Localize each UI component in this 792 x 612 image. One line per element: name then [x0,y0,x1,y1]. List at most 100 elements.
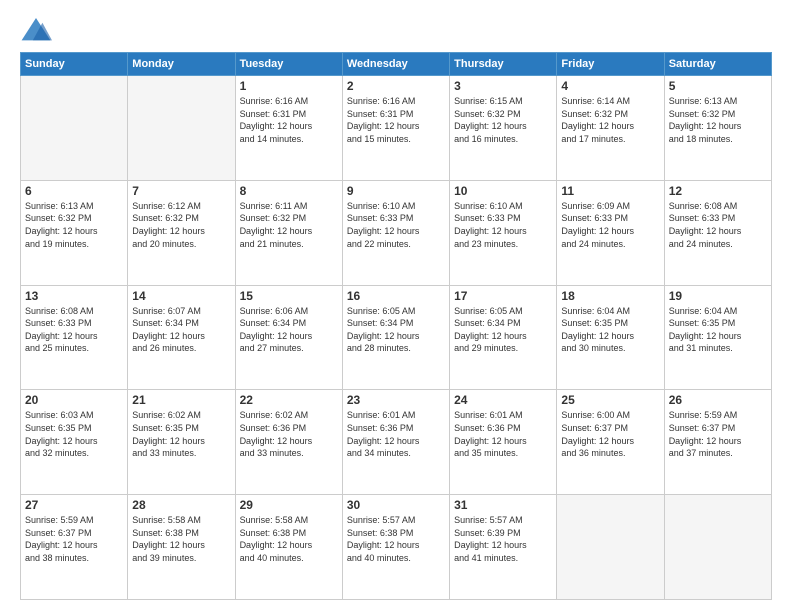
calendar-cell [21,76,128,181]
day-number: 25 [561,393,659,407]
day-number: 5 [669,79,767,93]
day-number: 18 [561,289,659,303]
day-number: 24 [454,393,552,407]
day-info: Sunrise: 6:16 AMSunset: 6:31 PMDaylight:… [347,95,445,145]
calendar-week-1: 1Sunrise: 6:16 AMSunset: 6:31 PMDaylight… [21,76,772,181]
day-info: Sunrise: 6:08 AMSunset: 6:33 PMDaylight:… [669,200,767,250]
calendar-week-5: 27 Sunrise: 5:59 AMSunset: 6:37 PMDayligh… [21,495,772,600]
day-number: 7 [132,184,230,198]
calendar-cell: 19 Sunrise: 6:04 AMSunset: 6:35 PMDayligh… [664,285,771,390]
calendar-cell: 13 Sunrise: 6:08 AMSunset: 6:33 PMDayligh… [21,285,128,390]
day-info: Sunrise: 6:04 AMSunset: 6:35 PMDaylight:… [669,305,767,355]
day-info: Sunrise: 5:59 AMSunset: 6:37 PMDaylight:… [25,514,123,564]
day-info: Sunrise: 6:02 AMSunset: 6:35 PMDaylight:… [132,409,230,459]
day-number: 22 [240,393,338,407]
calendar-cell: 3 Sunrise: 6:15 AMSunset: 6:32 PMDaylight… [450,76,557,181]
day-number: 28 [132,498,230,512]
calendar-header-sunday: Sunday [21,53,128,76]
day-number: 3 [454,79,552,93]
day-number: 9 [347,184,445,198]
day-info: Sunrise: 6:09 AMSunset: 6:33 PMDaylight:… [561,200,659,250]
calendar-cell: 17 Sunrise: 6:05 AMSunset: 6:34 PMDayligh… [450,285,557,390]
day-info: Sunrise: 5:59 AMSunset: 6:37 PMDaylight:… [669,409,767,459]
day-number: 11 [561,184,659,198]
day-number: 26 [669,393,767,407]
calendar-cell: 29 Sunrise: 5:58 AMSunset: 6:38 PMDayligh… [235,495,342,600]
calendar-cell: 25 Sunrise: 6:00 AMSunset: 6:37 PMDayligh… [557,390,664,495]
calendar-cell: 30Sunrise: 5:57 AMSunset: 6:38 PMDayligh… [342,495,449,600]
day-number: 13 [25,289,123,303]
day-info: Sunrise: 6:05 AMSunset: 6:34 PMDaylight:… [347,305,445,355]
calendar-cell: 6Sunrise: 6:13 AMSunset: 6:32 PMDaylight… [21,180,128,285]
day-number: 16 [347,289,445,303]
calendar-cell: 26 Sunrise: 5:59 AMSunset: 6:37 PMDayligh… [664,390,771,495]
day-info: Sunrise: 6:02 AMSunset: 6:36 PMDaylight:… [240,409,338,459]
day-number: 12 [669,184,767,198]
day-number: 15 [240,289,338,303]
day-number: 23 [347,393,445,407]
day-info: Sunrise: 6:03 AMSunset: 6:35 PMDaylight:… [25,409,123,459]
day-info: Sunrise: 6:10 AMSunset: 6:33 PMDaylight:… [347,200,445,250]
day-info: Sunrise: 6:08 AMSunset: 6:33 PMDaylight:… [25,305,123,355]
calendar-cell: 10Sunrise: 6:10 AMSunset: 6:33 PMDayligh… [450,180,557,285]
day-info: Sunrise: 6:13 AMSunset: 6:32 PMDaylight:… [669,95,767,145]
calendar-cell: 21 Sunrise: 6:02 AMSunset: 6:35 PMDayligh… [128,390,235,495]
day-info: Sunrise: 6:11 AMSunset: 6:32 PMDaylight:… [240,200,338,250]
calendar-cell: 8Sunrise: 6:11 AMSunset: 6:32 PMDaylight… [235,180,342,285]
day-info: Sunrise: 6:16 AMSunset: 6:31 PMDaylight:… [240,95,338,145]
calendar-cell: 20 Sunrise: 6:03 AMSunset: 6:35 PMDayligh… [21,390,128,495]
calendar-cell: 12 Sunrise: 6:08 AMSunset: 6:33 PMDayligh… [664,180,771,285]
page: SundayMondayTuesdayWednesdayThursdayFrid… [0,0,792,612]
calendar-cell: 9 Sunrise: 6:10 AMSunset: 6:33 PMDaylight… [342,180,449,285]
day-number: 19 [669,289,767,303]
calendar-cell: 15Sunrise: 6:06 AMSunset: 6:34 PMDayligh… [235,285,342,390]
day-info: Sunrise: 6:00 AMSunset: 6:37 PMDaylight:… [561,409,659,459]
calendar-header-saturday: Saturday [664,53,771,76]
calendar-header-tuesday: Tuesday [235,53,342,76]
day-number: 29 [240,498,338,512]
day-info: Sunrise: 5:58 AMSunset: 6:38 PMDaylight:… [240,514,338,564]
day-info: Sunrise: 6:01 AMSunset: 6:36 PMDaylight:… [347,409,445,459]
day-number: 2 [347,79,445,93]
calendar-cell: 5 Sunrise: 6:13 AMSunset: 6:32 PMDaylight… [664,76,771,181]
day-info: Sunrise: 6:15 AMSunset: 6:32 PMDaylight:… [454,95,552,145]
day-info: Sunrise: 6:12 AMSunset: 6:32 PMDaylight:… [132,200,230,250]
calendar-week-4: 20 Sunrise: 6:03 AMSunset: 6:35 PMDayligh… [21,390,772,495]
day-info: Sunrise: 6:07 AMSunset: 6:34 PMDaylight:… [132,305,230,355]
day-number: 14 [132,289,230,303]
header [20,16,772,44]
calendar-cell: 24Sunrise: 6:01 AMSunset: 6:36 PMDayligh… [450,390,557,495]
day-number: 21 [132,393,230,407]
calendar-header-monday: Monday [128,53,235,76]
calendar-cell: 23 Sunrise: 6:01 AMSunset: 6:36 PMDayligh… [342,390,449,495]
day-number: 31 [454,498,552,512]
day-number: 27 [25,498,123,512]
day-info: Sunrise: 5:57 AMSunset: 6:39 PMDaylight:… [454,514,552,564]
calendar-header-wednesday: Wednesday [342,53,449,76]
calendar-cell: 27 Sunrise: 5:59 AMSunset: 6:37 PMDayligh… [21,495,128,600]
day-info: Sunrise: 5:58 AMSunset: 6:38 PMDaylight:… [132,514,230,564]
calendar-header-thursday: Thursday [450,53,557,76]
day-info: Sunrise: 6:04 AMSunset: 6:35 PMDaylight:… [561,305,659,355]
calendar-cell: 31 Sunrise: 5:57 AMSunset: 6:39 PMDayligh… [450,495,557,600]
calendar-cell: 28 Sunrise: 5:58 AMSunset: 6:38 PMDayligh… [128,495,235,600]
calendar-week-3: 13 Sunrise: 6:08 AMSunset: 6:33 PMDayligh… [21,285,772,390]
day-info: Sunrise: 6:14 AMSunset: 6:32 PMDaylight:… [561,95,659,145]
day-number: 17 [454,289,552,303]
calendar-cell: 11 Sunrise: 6:09 AMSunset: 6:33 PMDayligh… [557,180,664,285]
calendar-cell: 1Sunrise: 6:16 AMSunset: 6:31 PMDaylight… [235,76,342,181]
day-info: Sunrise: 6:05 AMSunset: 6:34 PMDaylight:… [454,305,552,355]
calendar-header-friday: Friday [557,53,664,76]
calendar-cell: 14 Sunrise: 6:07 AMSunset: 6:34 PMDayligh… [128,285,235,390]
calendar-cell: 2 Sunrise: 6:16 AMSunset: 6:31 PMDaylight… [342,76,449,181]
calendar-table: SundayMondayTuesdayWednesdayThursdayFrid… [20,52,772,600]
calendar-cell [128,76,235,181]
calendar-cell: 22 Sunrise: 6:02 AMSunset: 6:36 PMDayligh… [235,390,342,495]
calendar-week-2: 6Sunrise: 6:13 AMSunset: 6:32 PMDaylight… [21,180,772,285]
day-number: 4 [561,79,659,93]
day-number: 20 [25,393,123,407]
calendar-cell: 4 Sunrise: 6:14 AMSunset: 6:32 PMDaylight… [557,76,664,181]
day-number: 6 [25,184,123,198]
logo [20,16,56,44]
day-number: 10 [454,184,552,198]
